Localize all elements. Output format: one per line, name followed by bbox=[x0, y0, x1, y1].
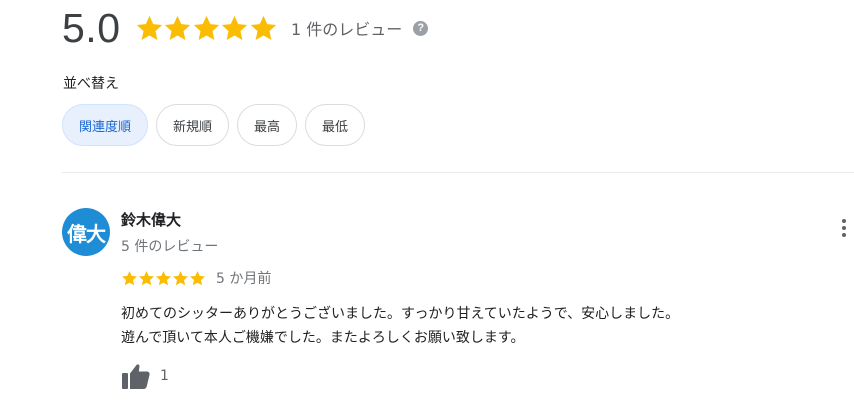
dot bbox=[842, 233, 846, 237]
star-icon bbox=[136, 15, 162, 40]
sort-chip-lowest[interactable]: 最低 bbox=[305, 104, 366, 146]
review-stars bbox=[121, 270, 206, 287]
average-rating: 5.0 bbox=[62, 4, 121, 51]
star-icon bbox=[221, 15, 248, 40]
sort-chip-newest[interactable]: 新規順 bbox=[156, 104, 230, 146]
like-row: 1 bbox=[121, 362, 169, 390]
star-icon bbox=[139, 270, 154, 285]
divider bbox=[62, 172, 854, 173]
dot bbox=[842, 226, 846, 230]
star-icon bbox=[190, 270, 205, 285]
sort-label: 並べ替え bbox=[63, 76, 119, 92]
thumb-up-icon[interactable] bbox=[121, 362, 151, 390]
star-icon bbox=[156, 270, 171, 285]
reviewer-name[interactable]: 鈴木偉大 bbox=[121, 209, 181, 230]
total-review-count: 1 件のレビュー bbox=[291, 20, 403, 39]
help-circle-icon[interactable]: ? bbox=[413, 20, 429, 36]
star-icon bbox=[122, 270, 137, 285]
star-icon bbox=[193, 15, 219, 40]
more-vert-icon[interactable] bbox=[836, 217, 852, 239]
star-icon bbox=[250, 15, 276, 40]
sort-chip-relevance[interactable]: 関連度順 bbox=[62, 104, 149, 146]
like-count: 1 bbox=[160, 368, 169, 384]
average-stars bbox=[135, 14, 278, 43]
dot bbox=[842, 219, 846, 223]
star-icon bbox=[164, 15, 191, 40]
avatar[interactable]: 偉大 bbox=[62, 208, 110, 256]
review-date: 5 か月前 bbox=[216, 271, 272, 287]
review-meta: 5 か月前 bbox=[121, 268, 271, 288]
sort-chip-highest[interactable]: 最高 bbox=[237, 104, 298, 146]
sort-chips: 関連度順 新規順 最高 最低 bbox=[62, 104, 373, 146]
star-icon bbox=[173, 270, 188, 285]
reviewer-review-count: 5 件のレビュー bbox=[121, 239, 219, 255]
rating-summary: 5.0 1 件のレビュー ? bbox=[62, 4, 429, 51]
review-text: 初めてのシッターありがとうございました。すっかり甘えていたようで、安心しました。… bbox=[121, 306, 680, 346]
